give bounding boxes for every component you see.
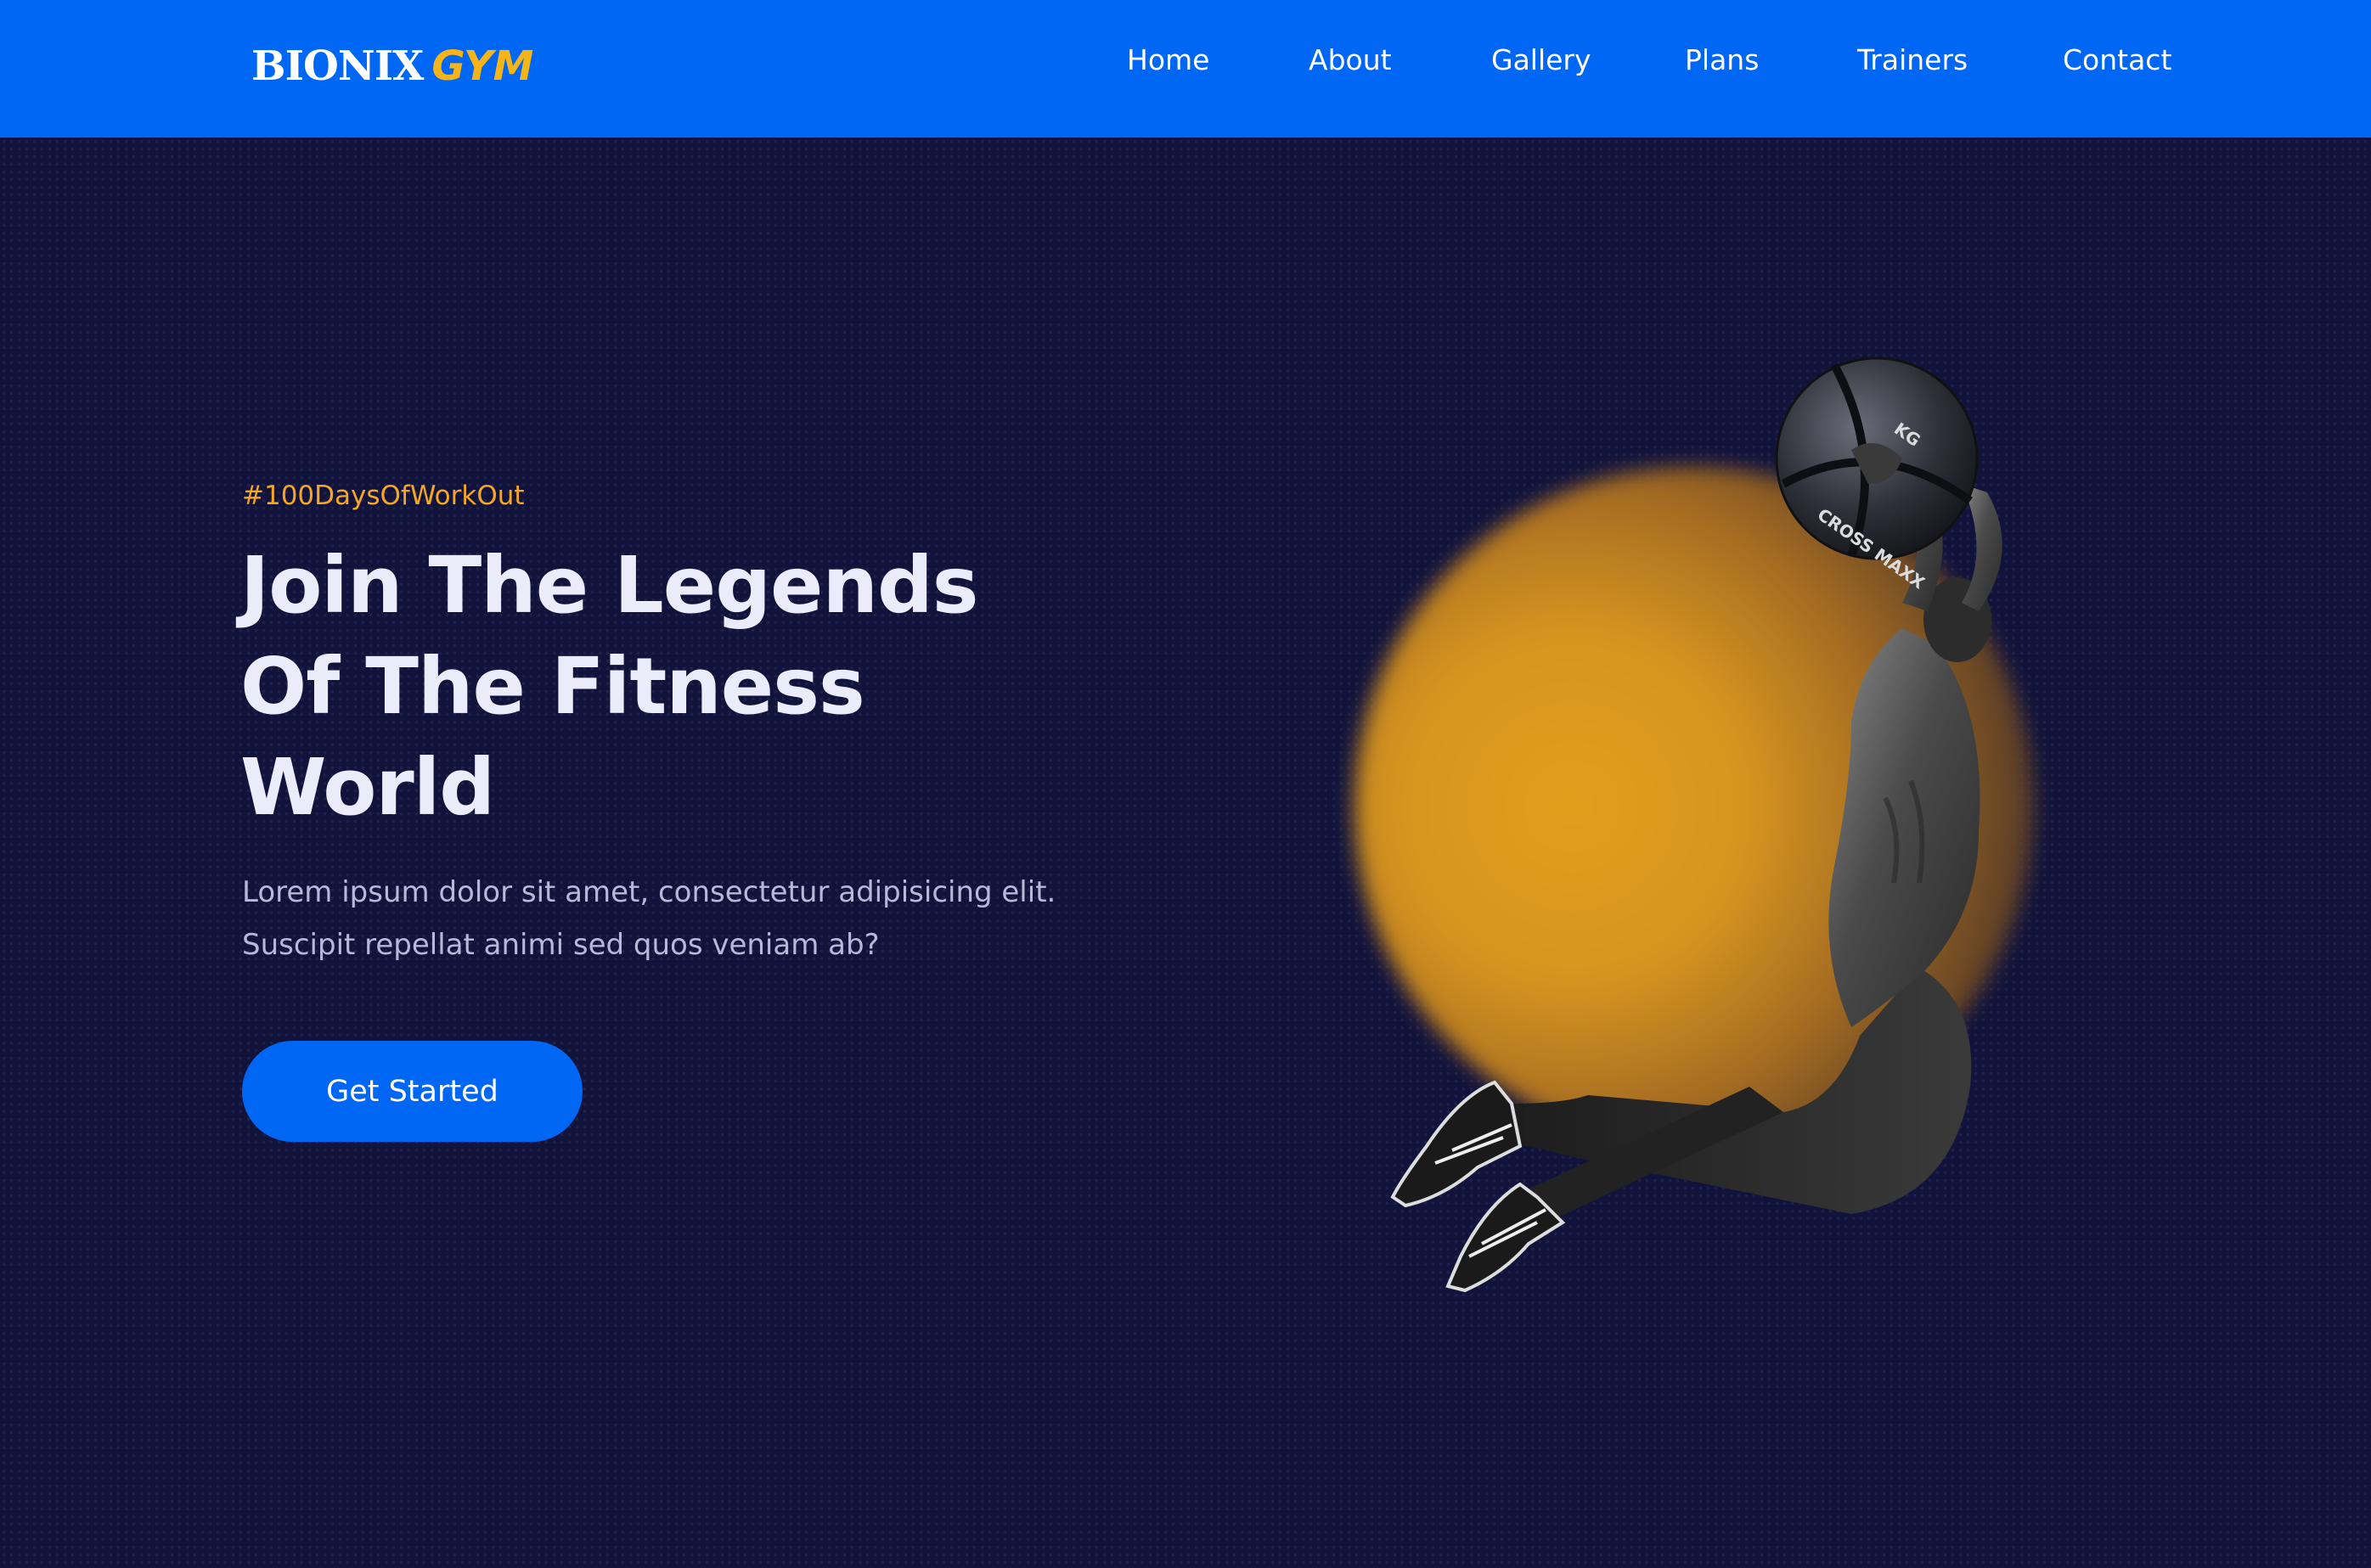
nav-link-trainers[interactable]: Trainers: [1857, 39, 1968, 81]
brand-logo[interactable]: BIONIX GYM: [251, 39, 533, 93]
nav-link-about[interactable]: About: [1309, 39, 1392, 81]
subtext-line-2: Suscipit repellat animi sed quos veniam …: [242, 928, 880, 962]
hero-hashtag: #100DaysOfWorkOut: [242, 481, 525, 511]
top-navbar: BIONIX GYM Home About Gallery Plans Train…: [0, 0, 2371, 138]
nav-link-gallery[interactable]: Gallery: [1491, 39, 1591, 81]
subtext-line-1: Lorem ipsum dolor sit amet, consectetur …: [242, 875, 1056, 909]
nav-link-home[interactable]: Home: [1127, 39, 1209, 81]
nav-link-plans[interactable]: Plans: [1685, 39, 1759, 81]
hero-headline: Join The Legends Of The Fitness World: [240, 535, 1174, 838]
torso-shape: [1828, 628, 1980, 1027]
upper-shoe-shape: [1390, 1080, 1523, 1208]
hero-subtext: Lorem ipsum dolor sit amet, consectetur …: [242, 866, 1219, 971]
logo-main-text: BIONIX: [251, 42, 424, 90]
headline-line-3: World: [240, 742, 495, 833]
headline-line-1: Join The Legends: [240, 540, 979, 631]
logo-accent-text: GYM: [431, 42, 534, 90]
athlete-with-medicine-ball-image: CROSS MAXX KG: [1390, 357, 2002, 1293]
headline-line-2: Of The Fitness: [240, 641, 865, 732]
get-started-button[interactable]: Get Started: [242, 1041, 583, 1142]
nav-link-contact[interactable]: Contact: [2063, 39, 2171, 81]
